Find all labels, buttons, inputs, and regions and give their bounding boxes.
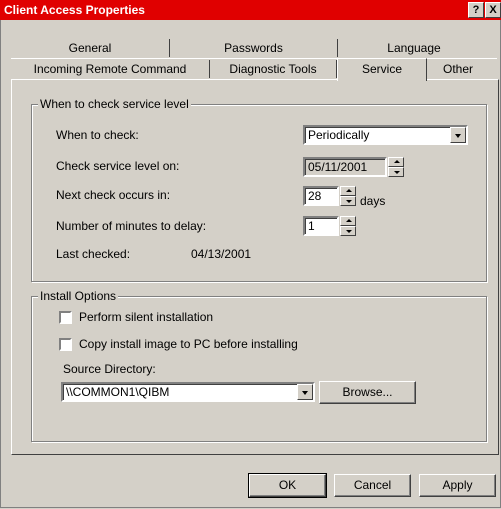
service-level-group-title: When to check service level (38, 97, 191, 111)
help-button[interactable]: ? (468, 2, 484, 18)
delay-label: Number of minutes to delay: (56, 219, 207, 233)
spin-up-icon[interactable] (340, 186, 356, 196)
copy-image-checkbox[interactable] (59, 338, 72, 351)
window-title: Client Access Properties (4, 3, 145, 17)
delay-spinner[interactable] (340, 216, 356, 236)
tab-service[interactable]: Service (337, 58, 427, 81)
tab-divider (209, 60, 210, 78)
chevron-down-icon[interactable] (297, 384, 313, 400)
when-to-check-label: When to check: (56, 128, 139, 142)
next-check-spinner[interactable] (340, 186, 356, 206)
copy-image-label: Copy install image to PC before installi… (79, 337, 298, 351)
last-checked-label: Last checked: (56, 247, 131, 261)
check-on-date-field[interactable]: 05/11/2001 (303, 157, 387, 177)
when-to-check-dropdown[interactable]: Periodically (303, 125, 468, 145)
tab-passwords[interactable]: Passwords (171, 39, 336, 57)
cancel-button[interactable]: Cancel (334, 474, 411, 497)
spin-up-icon[interactable] (340, 216, 356, 226)
spin-down-icon[interactable] (340, 196, 356, 206)
browse-button[interactable]: Browse... (319, 381, 416, 404)
tab-other[interactable]: Other (428, 60, 488, 78)
check-on-label: Check service level on: (56, 159, 180, 173)
next-check-unit: days (360, 194, 386, 208)
silent-install-label: Perform silent installation (79, 310, 214, 324)
install-options-group-title: Install Options (38, 289, 119, 303)
next-check-label: Next check occurs in: (56, 188, 171, 202)
delay-field[interactable]: 1 (303, 216, 339, 236)
dialog-body: General Passwords Language Incoming Remo… (0, 20, 501, 508)
source-dir-value: \\COMMON1\QIBM (66, 385, 170, 399)
title-bar: Client Access Properties ? X (0, 0, 501, 20)
check-on-value: 05/11/2001 (308, 160, 368, 174)
next-check-field[interactable]: 28 (303, 186, 339, 206)
apply-button[interactable]: Apply (419, 474, 496, 497)
check-on-spinner[interactable] (388, 157, 404, 177)
spin-down-icon[interactable] (340, 226, 356, 236)
spin-down-icon[interactable] (388, 167, 404, 177)
last-checked-value: 04/13/2001 (191, 247, 252, 261)
close-button[interactable]: X (485, 2, 501, 18)
tab-language[interactable]: Language (339, 39, 489, 57)
delay-value: 1 (308, 219, 315, 233)
spin-up-icon[interactable] (388, 157, 404, 167)
when-to-check-value: Periodically (308, 128, 370, 142)
chevron-down-icon[interactable] (450, 127, 466, 143)
ok-button[interactable]: OK (248, 473, 327, 498)
silent-install-checkbox[interactable] (59, 311, 72, 324)
tab-divider (337, 39, 338, 57)
tab-incoming-remote-command[interactable]: Incoming Remote Command (11, 60, 209, 78)
source-dir-label: Source Directory: (63, 362, 156, 376)
tab-general[interactable]: General (11, 39, 169, 57)
tab-divider (169, 39, 170, 57)
next-check-value: 28 (308, 189, 322, 203)
tab-diagnostic-tools[interactable]: Diagnostic Tools (211, 60, 335, 78)
source-dir-dropdown[interactable]: \\COMMON1\QIBM (61, 382, 315, 402)
